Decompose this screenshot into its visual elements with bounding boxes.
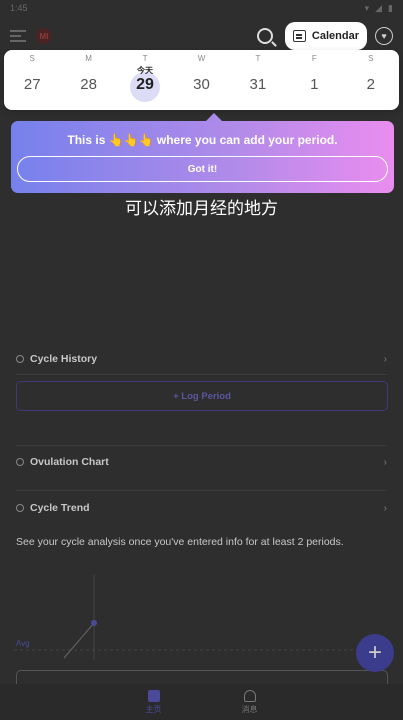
- add-fab-button[interactable]: +: [356, 634, 394, 672]
- day-number: 28: [80, 76, 97, 93]
- day-number: 29: [136, 76, 154, 93]
- cycle-trend-title: Cycle Trend: [30, 502, 90, 514]
- day-letter: T: [255, 54, 261, 63]
- day-number: 30: [193, 76, 210, 93]
- calendar-icon: [292, 30, 306, 42]
- chevron-right-icon: ›: [383, 456, 387, 468]
- day-cell[interactable]: T 31: [230, 50, 286, 110]
- status-time: 1:45: [10, 3, 28, 13]
- overlay-caption: 可以添加月经的地方: [125, 199, 278, 219]
- day-cell-today[interactable]: T 今天 29: [117, 50, 173, 110]
- divider: [16, 374, 387, 375]
- calendar-button[interactable]: Calendar: [284, 22, 367, 50]
- ovulation-icon: [16, 458, 24, 466]
- cycle-history-title: Cycle History: [30, 353, 98, 365]
- day-cell[interactable]: S 27: [4, 50, 60, 110]
- avatar[interactable]: MI: [36, 28, 52, 44]
- battery-icon: ▮: [388, 2, 393, 13]
- day-letter: T: [142, 54, 148, 63]
- day-letter: M: [85, 54, 92, 63]
- menu-icon[interactable]: [10, 30, 26, 42]
- loading-icon: [16, 504, 24, 512]
- signal-icon: ◢: [375, 2, 383, 13]
- ovulation-chart-title: Ovulation Chart: [30, 456, 109, 468]
- day-cell[interactable]: F 1: [286, 50, 342, 110]
- day-letter: F: [311, 54, 317, 63]
- day-letter: S: [368, 54, 374, 63]
- nav-notifications-label: 消息: [241, 704, 258, 714]
- tooltip-text: This is 👆👆👆 where you can add your perio…: [67, 133, 338, 147]
- onboarding-tooltip: This is 👆👆👆 where you can add your perio…: [11, 113, 394, 193]
- cycle-trend-chart: Avg: [14, 575, 354, 660]
- day-number: 27: [23, 76, 41, 93]
- day-number: 2: [366, 76, 375, 93]
- status-icons: ▾ ◢ ▮: [365, 3, 393, 14]
- cycle-trend-row[interactable]: Cycle Trend ›: [16, 502, 387, 514]
- log-period-button[interactable]: + Log Period: [16, 381, 388, 411]
- day-cell[interactable]: W 30: [173, 50, 229, 110]
- tooltip-arrow: [205, 113, 223, 122]
- bottom-navigation: 主页 消息: [0, 684, 403, 720]
- nav-home[interactable]: 主页: [145, 689, 162, 715]
- day-cell[interactable]: S 2: [343, 50, 399, 110]
- loading-icon: [16, 355, 24, 363]
- divider: [16, 445, 387, 446]
- chevron-right-icon: ›: [383, 353, 387, 365]
- chevron-right-icon: ›: [383, 502, 387, 514]
- wifi-icon: ▾: [364, 2, 370, 13]
- ovulation-chart-row[interactable]: Ovulation Chart ›: [16, 456, 387, 468]
- bell-icon: [243, 689, 256, 702]
- calendar-button-label: Calendar: [311, 30, 359, 42]
- chart-point: [91, 620, 97, 626]
- day-cell[interactable]: M 28: [60, 50, 116, 110]
- got-it-button[interactable]: Got it!: [17, 156, 388, 182]
- day-letter: W: [197, 54, 206, 63]
- avg-label: Avg: [16, 639, 30, 648]
- chart-trend-line: [63, 622, 95, 659]
- status-bar: 1:45 ▾ ◢ ▮: [0, 0, 403, 16]
- divider: [16, 490, 387, 491]
- nav-notifications[interactable]: 消息: [241, 689, 258, 715]
- week-strip: S 27 M 28 T 今天 29 W 30 T 31 F 1 S 2: [4, 50, 399, 110]
- today-label: 今天: [137, 66, 154, 75]
- cycle-history-row[interactable]: Cycle History ›: [16, 353, 387, 365]
- day-number: 31: [249, 76, 267, 93]
- cycle-analysis-hint: See your cycle analysis once you've ente…: [16, 536, 344, 548]
- search-icon[interactable]: [256, 28, 273, 44]
- shield-icon[interactable]: ♥: [375, 27, 393, 45]
- nav-home-label: 主页: [145, 704, 162, 714]
- day-letter: S: [29, 54, 35, 63]
- day-number: 1: [310, 76, 319, 93]
- calendar-icon: [147, 689, 160, 702]
